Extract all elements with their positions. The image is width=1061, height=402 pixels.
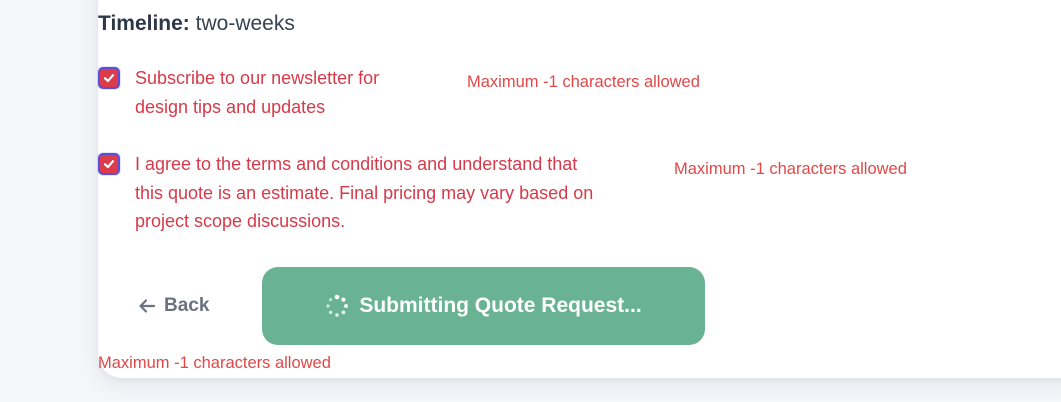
checkmark-icon <box>103 160 115 169</box>
newsletter-label: Subscribe to our newsletter for design t… <box>135 64 379 121</box>
terms-checkbox[interactable] <box>98 153 120 175</box>
back-label: Back <box>164 295 210 316</box>
terms-row[interactable]: I agree to the terms and conditions and … <box>98 150 658 236</box>
checkmark-icon <box>103 74 115 83</box>
back-button[interactable]: Back <box>138 292 209 320</box>
submit-label: Submitting Quote Request... <box>359 294 642 317</box>
terms-label-line: project scope discussions. <box>135 211 346 231</box>
submit-quote-button[interactable]: Submitting Quote Request... <box>262 267 705 345</box>
timeline-summary: Timeline: two-weeks <box>98 12 295 36</box>
newsletter-row[interactable]: Subscribe to our newsletter for design t… <box>98 64 438 122</box>
newsletter-error: Maximum -1 characters allowed <box>467 73 700 91</box>
form-error: Maximum -1 characters allowed <box>98 354 331 372</box>
newsletter-checkbox[interactable] <box>98 67 120 89</box>
terms-label-line: this quote is an estimate. Final pricing… <box>135 182 594 203</box>
newsletter-label-line: design tips and updates <box>135 96 326 117</box>
terms-label-line: I agree to the terms and conditions and … <box>135 154 578 174</box>
terms-label: I agree to the terms and conditions and … <box>135 150 593 236</box>
spinner-icon <box>326 294 349 317</box>
arrow-left-icon <box>139 299 156 313</box>
terms-error: Maximum -1 characters allowed <box>674 160 907 178</box>
newsletter-label-line: Subscribe to our newsletter for <box>135 68 380 88</box>
timeline-value: two-weeks <box>195 12 295 35</box>
timeline-label: Timeline: <box>98 12 190 35</box>
